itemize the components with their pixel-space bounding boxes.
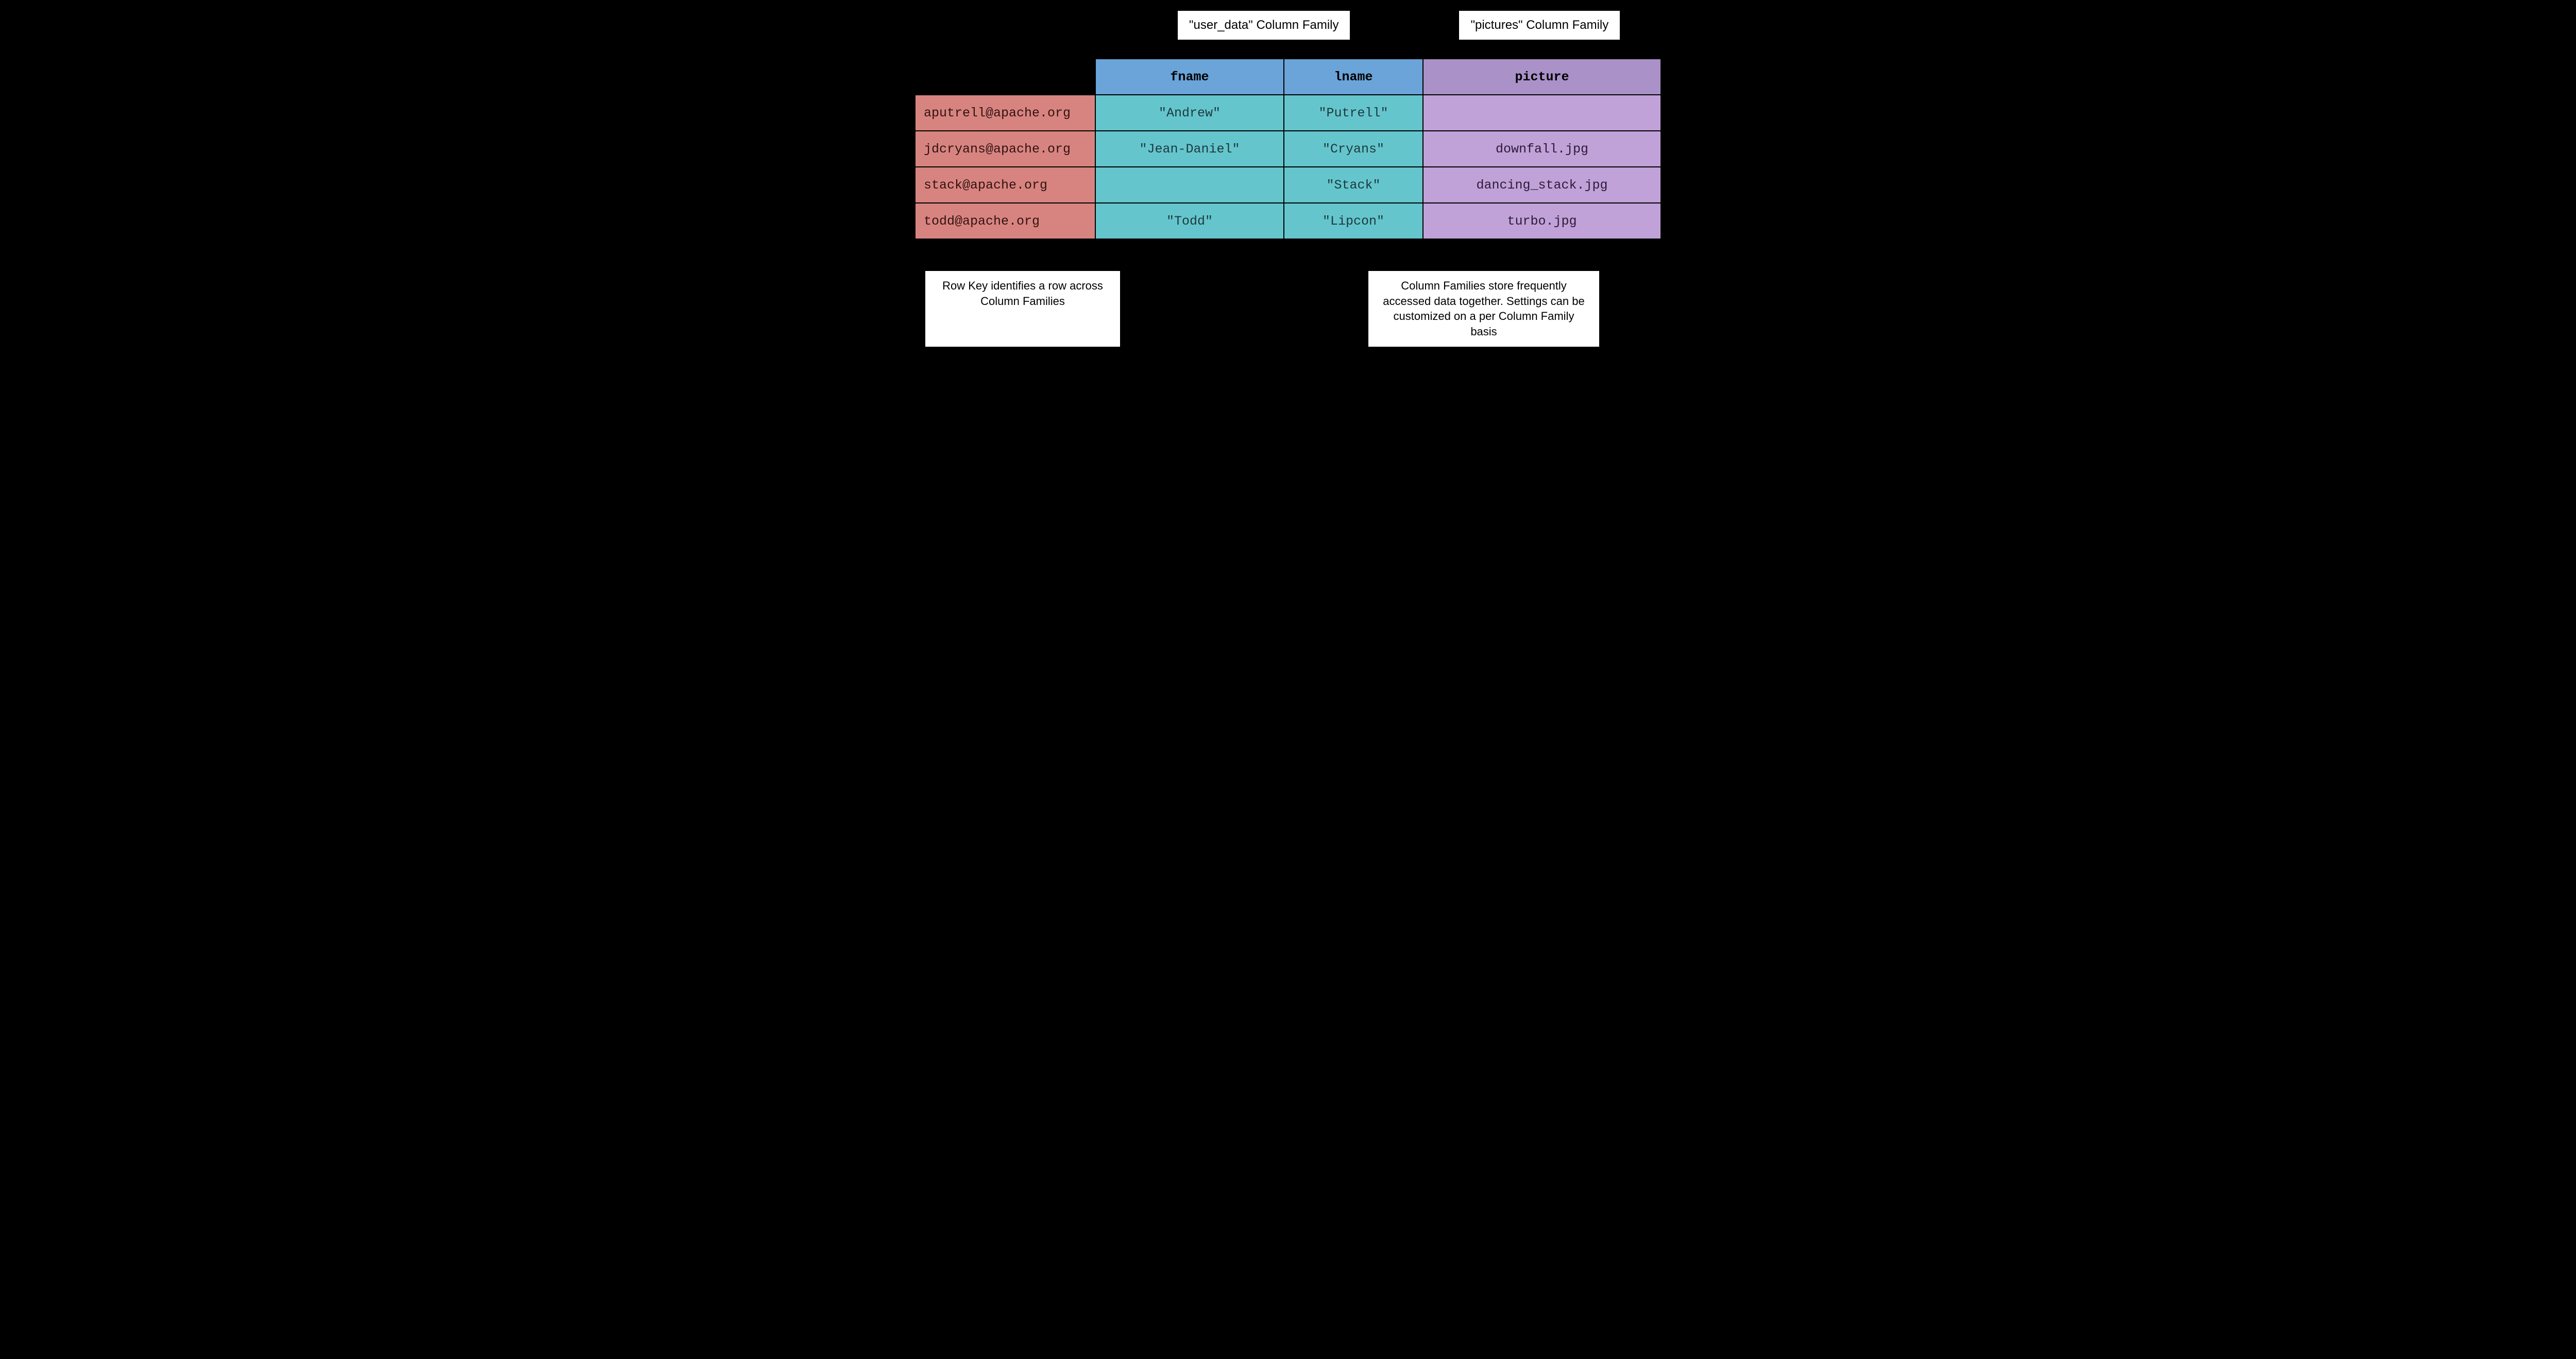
header-fname: fname: [1095, 59, 1284, 95]
table-row: jdcryans@apache.org "Jean-Daniel" "Cryan…: [915, 131, 1661, 167]
fname-cell: [1095, 167, 1284, 203]
fname-cell: "Todd": [1095, 203, 1284, 239]
lname-cell: "Cryans": [1284, 131, 1423, 167]
header-lname: lname: [1284, 59, 1423, 95]
row-key-cell: aputrell@apache.org: [915, 95, 1095, 131]
header-picture: picture: [1423, 59, 1661, 95]
picture-cell: dancing_stack.jpg: [1423, 167, 1661, 203]
lname-cell: "Putrell": [1284, 95, 1423, 131]
row-key-cell: jdcryans@apache.org: [915, 131, 1095, 167]
row-key-cell: stack@apache.org: [915, 167, 1095, 203]
table-row: stack@apache.org "Stack" dancing_stack.j…: [915, 167, 1661, 203]
top-labels-row: "user_data" Column Family "pictures" Col…: [914, 10, 1662, 40]
picture-cell: downfall.jpg: [1423, 131, 1661, 167]
lname-cell: "Lipcon": [1284, 203, 1423, 239]
picture-cell: [1423, 95, 1661, 131]
row-key-cell: todd@apache.org: [915, 203, 1095, 239]
table-row: aputrell@apache.org "Andrew" "Putrell": [915, 95, 1661, 131]
bottom-labels-row: Row Key identifies a row across Column F…: [914, 270, 1662, 347]
header-row: fname lname picture: [915, 59, 1661, 95]
pictures-cf-label: "pictures" Column Family: [1459, 10, 1620, 40]
column-family-table: fname lname picture aputrell@apache.org …: [914, 58, 1662, 240]
lname-cell: "Stack": [1284, 167, 1423, 203]
row-key-note: Row Key identifies a row across Column F…: [925, 270, 1121, 347]
cf-note: Column Families store frequently accesse…: [1368, 270, 1600, 347]
picture-cell: turbo.jpg: [1423, 203, 1661, 239]
diagram-container: "user_data" Column Family "pictures" Col…: [914, 10, 1662, 347]
table-row: todd@apache.org "Todd" "Lipcon" turbo.jp…: [915, 203, 1661, 239]
user-data-cf-label: "user_data" Column Family: [1177, 10, 1350, 40]
fname-cell: "Jean-Daniel": [1095, 131, 1284, 167]
corner-cell: [915, 59, 1095, 95]
fname-cell: "Andrew": [1095, 95, 1284, 131]
